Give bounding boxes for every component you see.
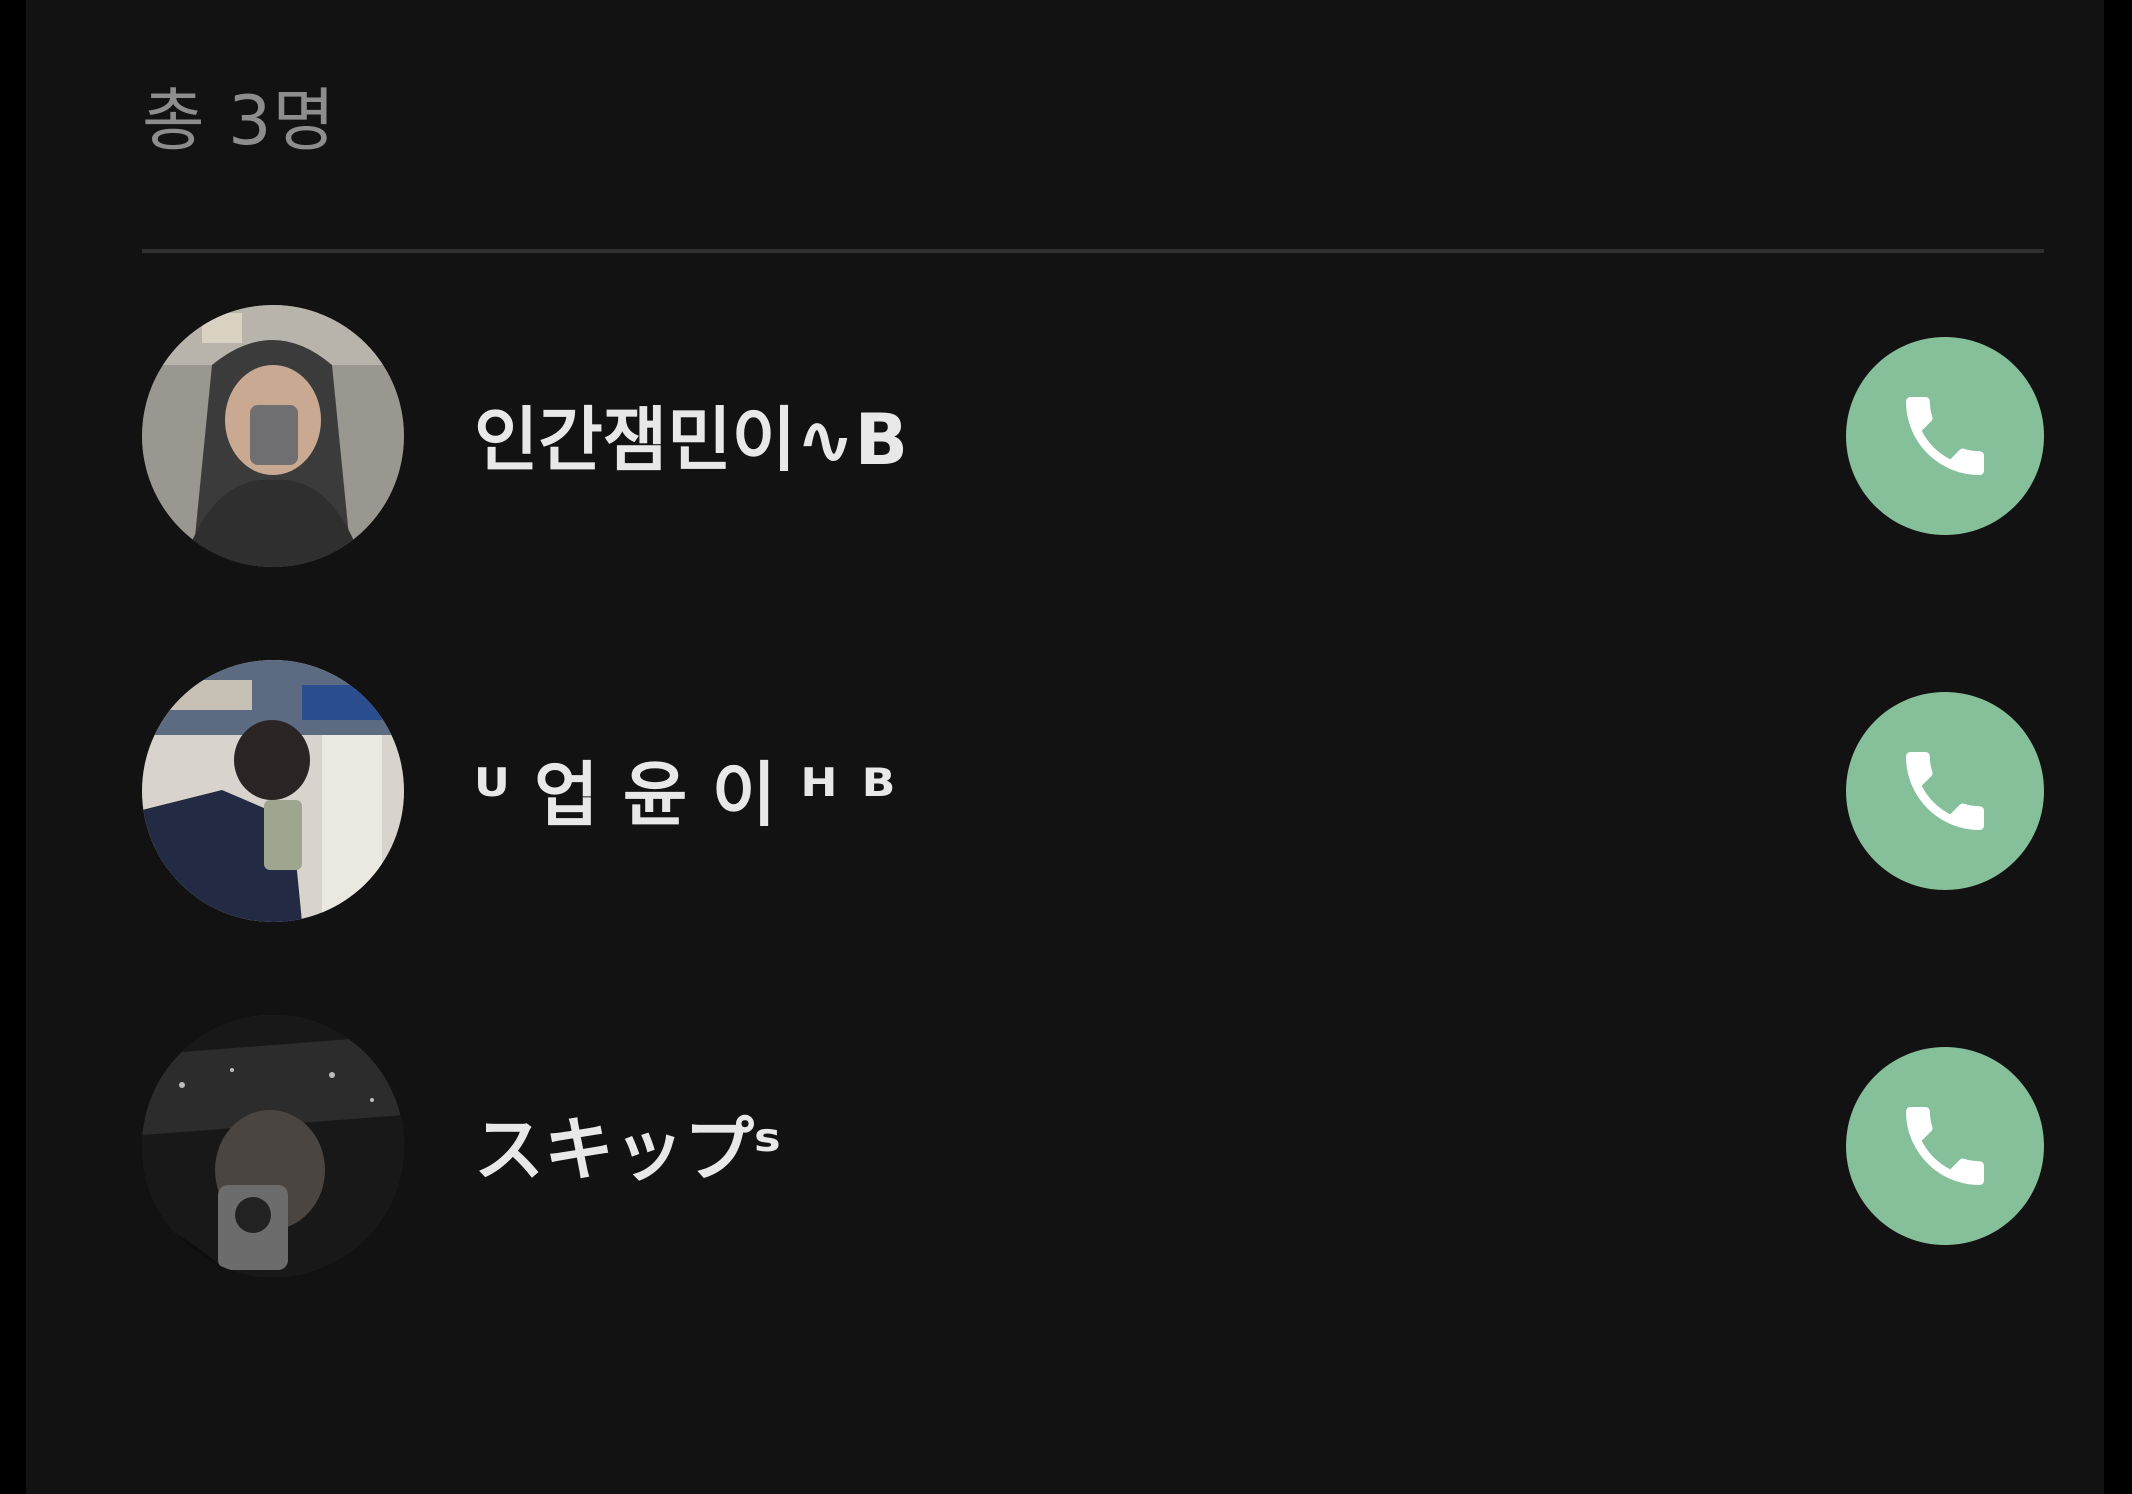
avatar[interactable] [142, 1015, 404, 1277]
member-row[interactable]: 인간잼민이∿B [142, 305, 2044, 569]
divider [142, 249, 2044, 253]
member-name: ᵁ 업 윤 이 ᴴ ᴮ [474, 754, 896, 836]
avatar-photo [142, 305, 404, 567]
avatar-photo [142, 660, 404, 922]
member-row[interactable]: スキップˢ [142, 1015, 2044, 1279]
member-name: スキップˢ [474, 1109, 781, 1191]
avatar[interactable] [142, 305, 404, 567]
avatar-photo [142, 1015, 404, 1277]
avatar[interactable] [142, 660, 404, 922]
member-name: 인간잼민이∿B [474, 399, 909, 481]
phone-icon [1906, 752, 1984, 830]
member-row[interactable]: ᵁ 업 윤 이 ᴴ ᴮ [142, 660, 2044, 924]
phone-icon [1906, 1107, 1984, 1185]
phone-icon [1906, 397, 1984, 475]
member-list-panel: 총 3명 인간잼민이∿B ᵁ 업 윤 이 ᴴ ᴮ スキップˢ [26, 0, 2104, 1494]
call-button[interactable] [1846, 1047, 2044, 1245]
call-button[interactable] [1846, 337, 2044, 535]
call-button[interactable] [1846, 692, 2044, 890]
member-count: 총 3명 [142, 82, 336, 161]
